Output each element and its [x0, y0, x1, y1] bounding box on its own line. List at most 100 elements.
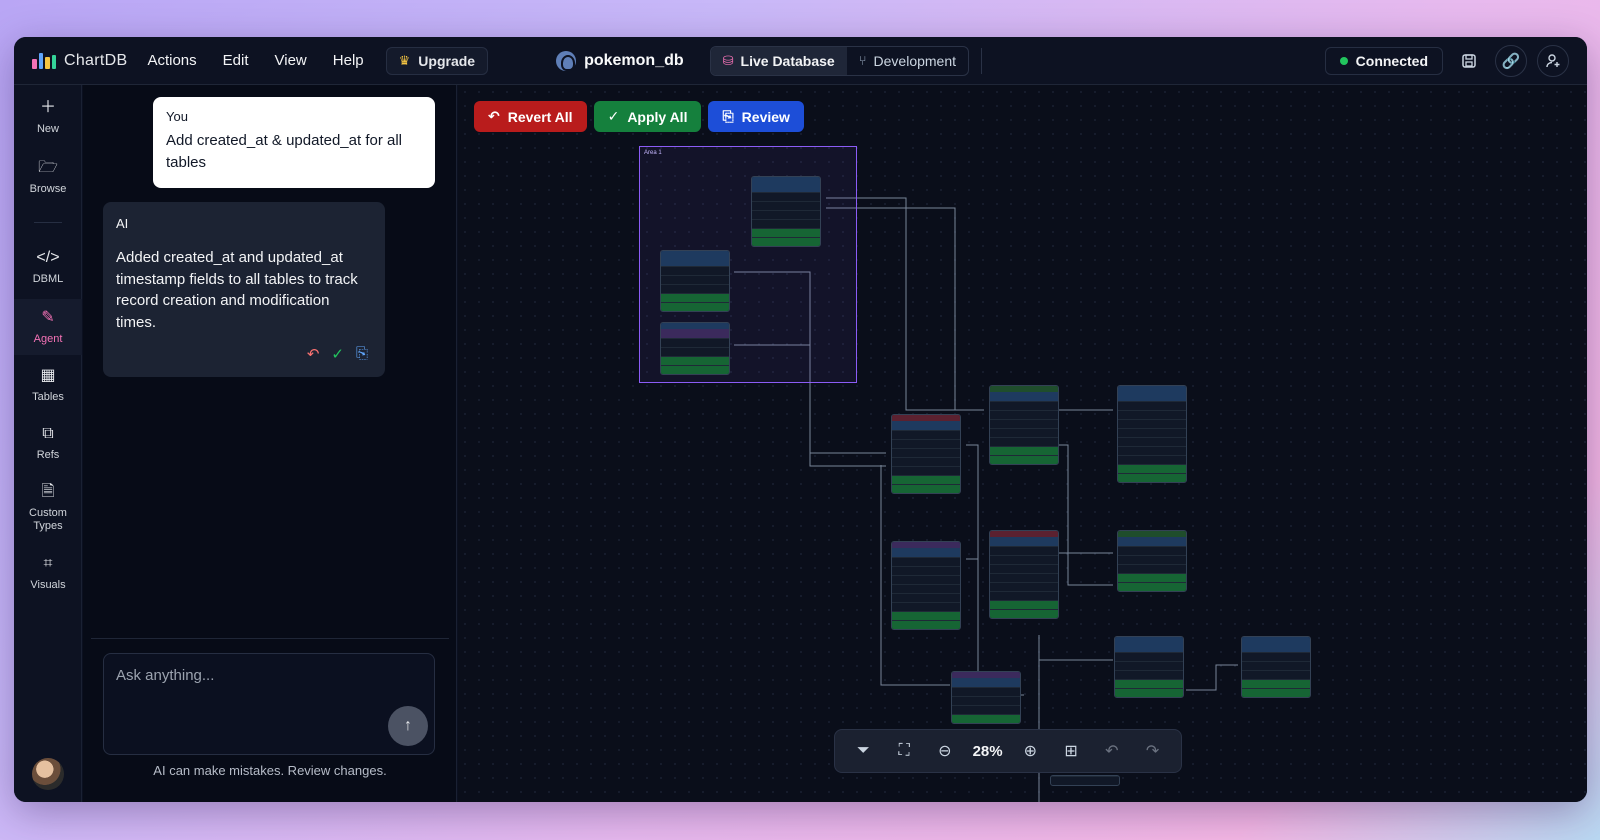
table-node[interactable]: [891, 541, 961, 630]
table-column: [1118, 546, 1186, 555]
table-header: [661, 257, 729, 266]
upgrade-button[interactable]: ♛ Upgrade: [385, 46, 489, 75]
avatar[interactable]: [32, 758, 64, 790]
table-column: [892, 602, 960, 611]
tab-development[interactable]: ⑂ Development: [847, 47, 968, 75]
table-column: [990, 428, 1058, 437]
table-node[interactable]: [751, 176, 821, 247]
table-column: [1118, 419, 1186, 428]
table-header: [990, 392, 1058, 401]
table-column-added: [990, 455, 1058, 464]
area-label: Area 1: [644, 150, 662, 156]
table-node[interactable]: [951, 671, 1021, 724]
share-link-button[interactable]: 🔗: [1495, 44, 1527, 77]
table-column: [1242, 652, 1310, 661]
sidebar-item-tables[interactable]: ▦ Tables: [14, 367, 82, 403]
ai-message-text: Added created_at and updated_at timestam…: [116, 249, 358, 331]
table-column: [990, 573, 1058, 582]
sidebar-item-custom-types[interactable]: 🗎 Custom Types: [14, 483, 82, 533]
table-column: [1242, 661, 1310, 670]
table-column: [661, 347, 729, 356]
table-column: [752, 219, 820, 228]
sidebar-item-dbml[interactable]: </> DBML: [14, 249, 82, 285]
link-icon: 🔗: [1501, 52, 1521, 70]
table-header: [752, 183, 820, 192]
diagram-canvas[interactable]: ↶ Revert All ✓ Apply All ⎘ Review Area 1…: [458, 85, 1587, 802]
table-node[interactable]: [660, 250, 730, 312]
menu-actions[interactable]: Actions: [139, 52, 214, 69]
database-name[interactable]: pokemon_db: [556, 50, 684, 71]
chat-input[interactable]: [116, 664, 416, 686]
table-column: [990, 546, 1058, 555]
sidebar-item-agent[interactable]: ✎ Agent: [14, 299, 82, 355]
table-node[interactable]: [989, 530, 1059, 619]
zoom-in-icon[interactable]: ⊕: [1017, 741, 1043, 761]
arrow-up-icon: ↑: [404, 717, 412, 734]
auto-arrange-icon[interactable]: ⊞: [1058, 741, 1084, 761]
table-icon: ▦: [40, 367, 56, 384]
sidebar-item-browse[interactable]: 🗁 Browse: [14, 159, 82, 195]
table-column-added: [1115, 679, 1183, 688]
git-branch-icon: ⑂: [858, 53, 867, 68]
zoom-out-icon[interactable]: ⊖: [932, 741, 958, 761]
filter-icon[interactable]: ⏷: [850, 742, 876, 760]
sidebar-item-label: Browse: [29, 183, 67, 195]
table-node[interactable]: [891, 414, 961, 494]
table-column: [952, 705, 1020, 714]
table-column: [892, 593, 960, 602]
menu-view[interactable]: View: [267, 52, 325, 69]
magic-wand-icon: ✎: [41, 309, 55, 326]
upgrade-label: Upgrade: [418, 52, 476, 69]
check-icon[interactable]: ✓: [331, 345, 344, 363]
logo[interactable]: ChartDB: [32, 52, 127, 70]
send-button[interactable]: ↑: [388, 706, 428, 746]
undo-icon[interactable]: ↶: [307, 345, 320, 363]
menu-edit[interactable]: Edit: [215, 52, 267, 69]
connection-status-label: Connected: [1355, 52, 1428, 69]
table-column: [1051, 776, 1119, 785]
table-column: [892, 439, 960, 448]
sidebar-item-visuals[interactable]: ⌗ Visuals: [14, 555, 82, 591]
main-menu: Actions Edit View Help: [139, 52, 381, 69]
sidebar-item-refs[interactable]: ⧉ Refs: [14, 425, 82, 461]
table-header: [1118, 392, 1186, 401]
table-node[interactable]: [989, 385, 1059, 465]
table-node[interactable]: [660, 322, 730, 375]
table-column-added: [1118, 582, 1186, 591]
sidebar-item-label: New: [36, 123, 59, 135]
redo-icon[interactable]: ↷: [1140, 741, 1166, 761]
table-column: [1118, 446, 1186, 455]
user-plus-icon: [1546, 53, 1560, 67]
fullscreen-icon[interactable]: ⛶: [891, 742, 917, 760]
table-node[interactable]: [1114, 636, 1184, 698]
file-type-icon: 🗎: [41, 483, 55, 500]
save-button[interactable]: [1453, 45, 1485, 77]
table-column: [892, 575, 960, 584]
relations-icon: ⧉: [42, 425, 54, 442]
ai-disclaimer: AI can make mistakes. Review changes.: [153, 763, 387, 778]
table-column: [1118, 555, 1186, 564]
app-name: ChartDB: [64, 51, 128, 69]
add-user-button[interactable]: [1537, 44, 1569, 77]
connection-status[interactable]: Connected: [1324, 46, 1443, 75]
review-icon[interactable]: ⎘: [356, 345, 368, 363]
table-column-added: [952, 714, 1020, 723]
code-icon: </>: [36, 249, 60, 266]
table-node[interactable]: [1117, 530, 1187, 592]
table-column: [990, 401, 1058, 410]
environment-switch: ⛁ Live Database ⑂ Development: [709, 45, 970, 76]
menu-help[interactable]: Help: [325, 52, 382, 69]
zoom-level[interactable]: 28%: [973, 743, 1003, 760]
table-column: [752, 201, 820, 210]
table-column: [990, 437, 1058, 446]
table-column: [661, 284, 729, 293]
table-column: [1115, 661, 1183, 670]
sidebar-item-new[interactable]: ＋ New: [14, 99, 82, 135]
table-node[interactable]: [1117, 385, 1187, 483]
save-icon: [1462, 53, 1476, 68]
tab-live-database[interactable]: ⛁ Live Database: [710, 46, 847, 75]
table-column: [752, 210, 820, 219]
undo-icon[interactable]: ↶: [1099, 741, 1125, 761]
table-node[interactable]: [1050, 775, 1120, 786]
table-node[interactable]: [1241, 636, 1311, 698]
